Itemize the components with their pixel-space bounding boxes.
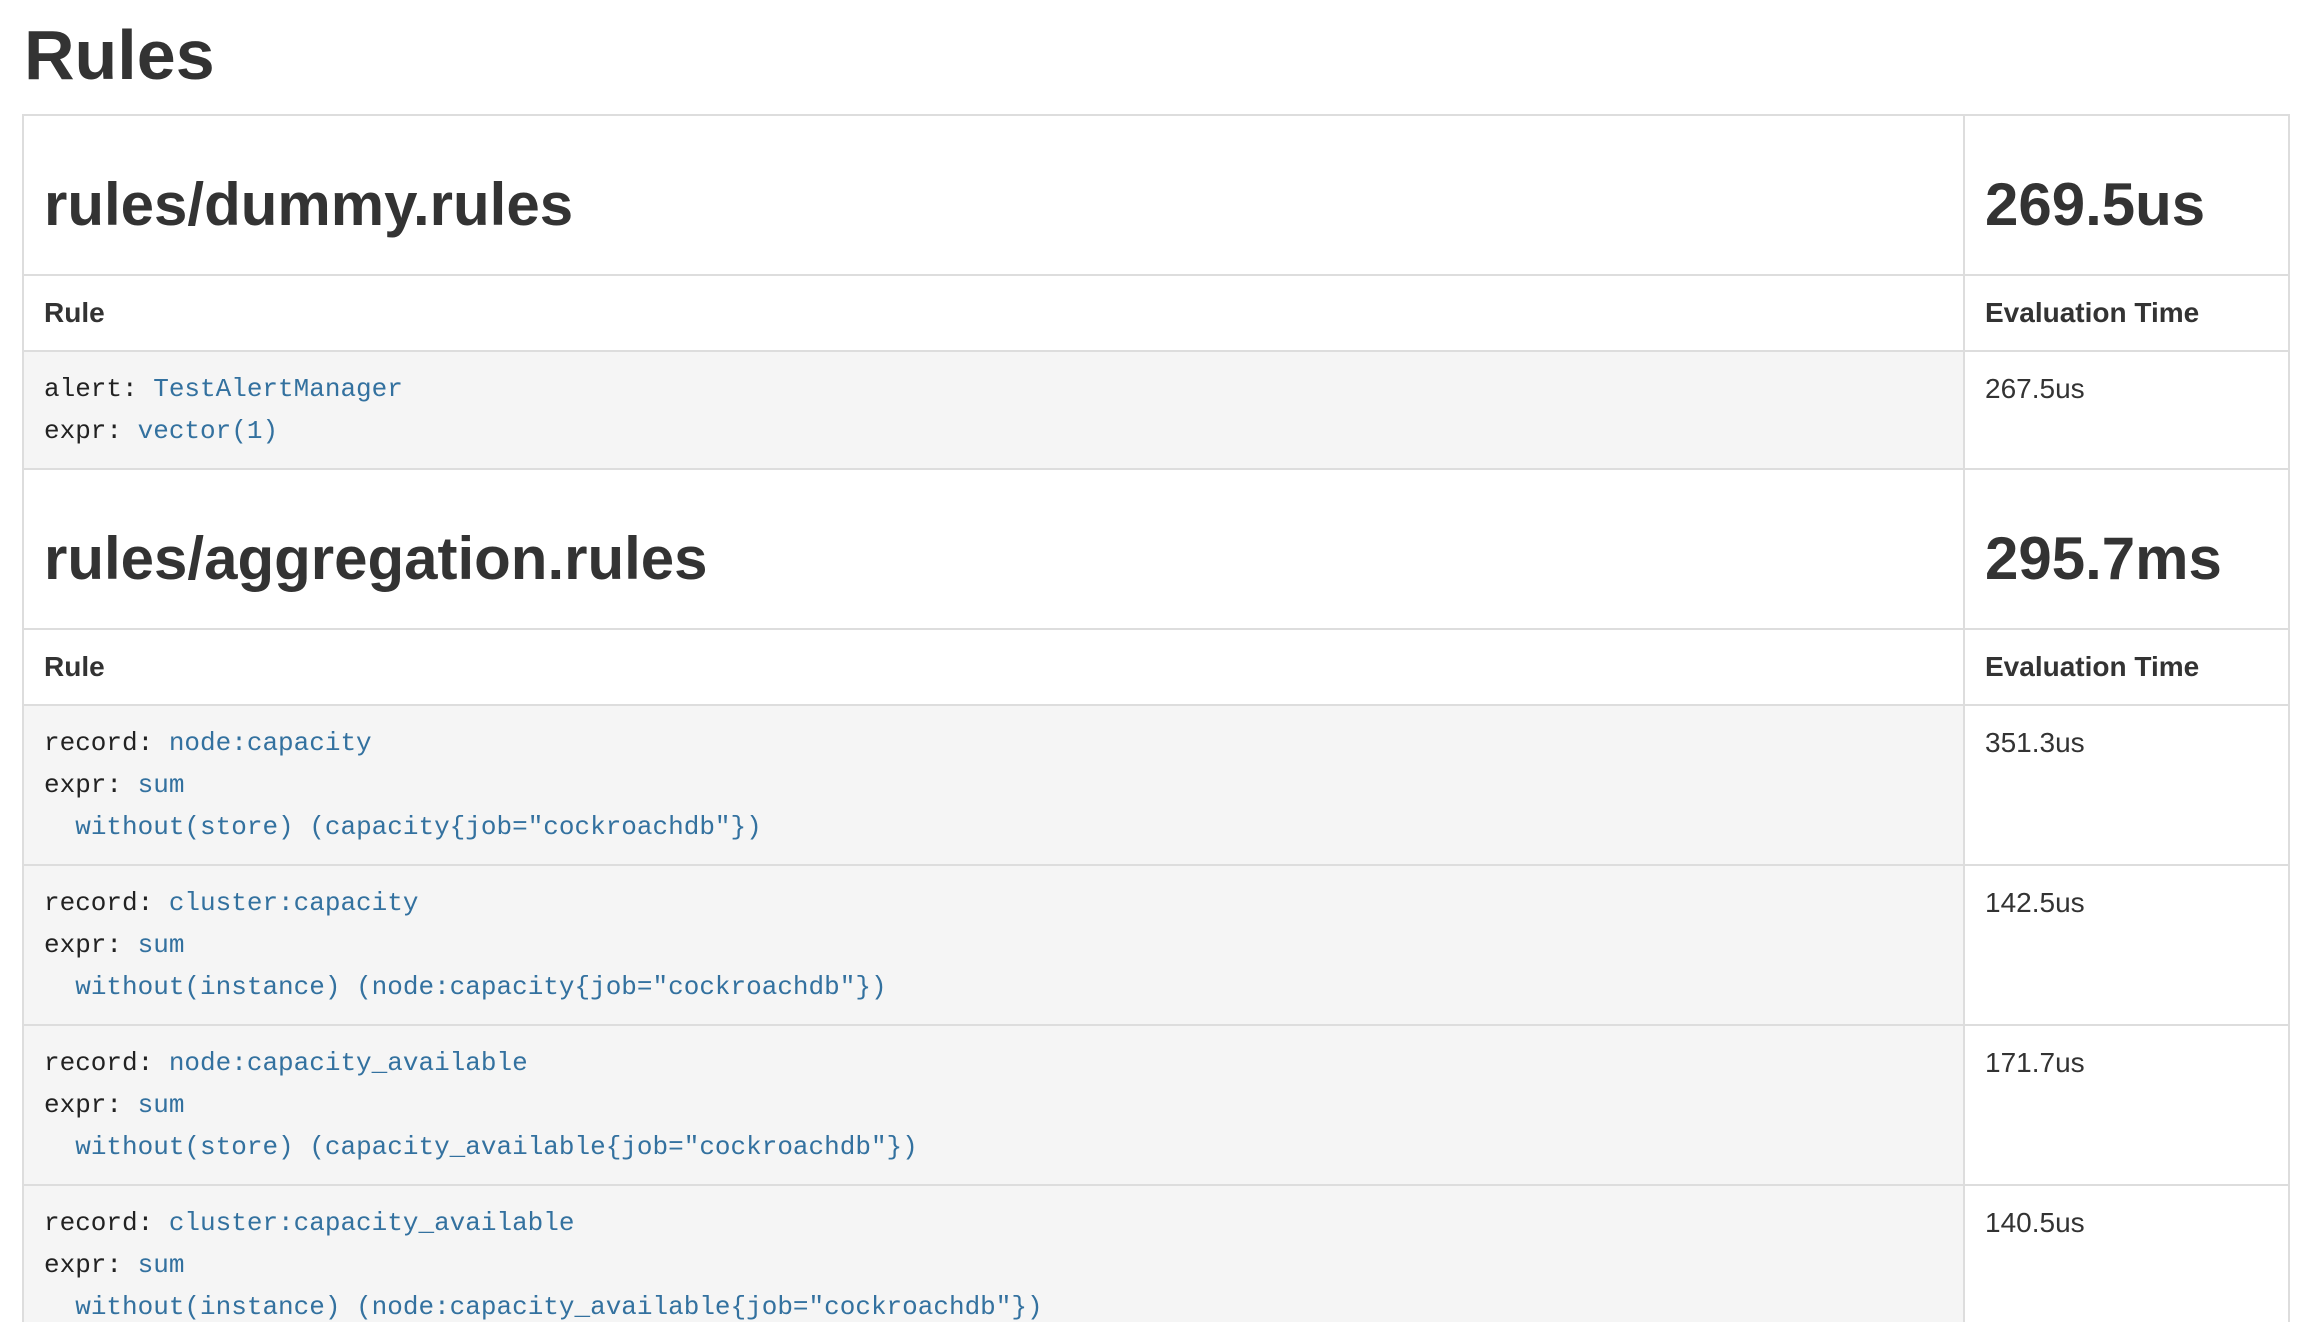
rule-row: record: node:capacity expr: sum without(… <box>23 705 2289 865</box>
rule-column-header: Rule <box>23 629 1964 705</box>
rule-type-key: record: <box>44 1048 169 1078</box>
rule-type-key: record: <box>44 728 169 758</box>
rule-name-link[interactable]: TestAlertManager <box>153 374 403 404</box>
rule-name-link[interactable]: node:capacity <box>169 728 372 758</box>
rule-eval-time: 267.5us <box>1964 351 2289 469</box>
rule-expr-link[interactable]: sum without(instance) (node:capacity_ava… <box>44 1250 1043 1322</box>
rule-type-key: record: <box>44 1208 169 1238</box>
time-column-header: Evaluation Time <box>1964 629 2289 705</box>
column-header-row: Rule Evaluation Time <box>23 275 2289 351</box>
rule-cell: record: cluster:capacity_available expr:… <box>23 1185 1964 1322</box>
rule-cell: record: node:capacity expr: sum without(… <box>23 705 1964 865</box>
rule-row: record: node:capacity_available expr: su… <box>23 1025 2289 1185</box>
rule-expr-link[interactable]: vector(1) <box>138 416 278 446</box>
group-total-time-cell: 269.5us <box>1964 115 2289 275</box>
group-total-time: 269.5us <box>1985 172 2268 238</box>
rule-row: record: cluster:capacity expr: sum witho… <box>23 865 2289 1025</box>
rule-cell: record: node:capacity_available expr: su… <box>23 1025 1964 1185</box>
rule-eval-time: 171.7us <box>1964 1025 2289 1185</box>
rule-type-key: record: <box>44 888 169 918</box>
column-header-row: Rule Evaluation Time <box>23 629 2289 705</box>
group-total-time: 295.7ms <box>1985 526 2268 592</box>
rule-definition: record: cluster:capacity expr: sum witho… <box>44 882 1943 1008</box>
group-file-name: rules/aggregation.rules <box>44 526 1943 592</box>
rule-eval-time: 351.3us <box>1964 705 2289 865</box>
rule-name-link[interactable]: cluster:capacity_available <box>169 1208 575 1238</box>
time-column-header: Evaluation Time <box>1964 275 2289 351</box>
group-file-cell: rules/aggregation.rules <box>23 469 1964 629</box>
rule-expr-key: expr: <box>44 930 138 960</box>
rule-name-link[interactable]: cluster:capacity <box>169 888 419 918</box>
rule-definition: alert: TestAlertManager expr: vector(1) <box>44 368 1943 452</box>
rule-definition: record: cluster:capacity_available expr:… <box>44 1202 1943 1322</box>
rule-expr-key: expr: <box>44 1090 138 1120</box>
page-title: Rules <box>24 0 2290 92</box>
rule-expr-link[interactable]: sum without(store) (capacity_available{j… <box>44 1090 918 1162</box>
rule-cell: alert: TestAlertManager expr: vector(1) <box>23 351 1964 469</box>
group-total-time-cell: 295.7ms <box>1964 469 2289 629</box>
rule-name-link[interactable]: node:capacity_available <box>169 1048 528 1078</box>
rule-expr-key: expr: <box>44 770 138 800</box>
rule-expr-key: expr: <box>44 1250 138 1280</box>
rule-row: alert: TestAlertManager expr: vector(1) … <box>23 351 2289 469</box>
rule-definition: record: node:capacity_available expr: su… <box>44 1042 1943 1168</box>
rule-group-header: rules/aggregation.rules 295.7ms <box>23 469 2289 629</box>
rule-eval-time: 140.5us <box>1964 1185 2289 1322</box>
rule-group-header: rules/dummy.rules 269.5us <box>23 115 2289 275</box>
rule-row: record: cluster:capacity_available expr:… <box>23 1185 2289 1322</box>
rule-definition: record: node:capacity expr: sum without(… <box>44 722 1943 848</box>
rule-eval-time: 142.5us <box>1964 865 2289 1025</box>
group-file-cell: rules/dummy.rules <box>23 115 1964 275</box>
rule-expr-key: expr: <box>44 416 138 446</box>
rule-expr-link[interactable]: sum without(store) (capacity{job="cockro… <box>44 770 762 842</box>
rules-page: Rules rules/dummy.rules 269.5us Rule Eva… <box>0 0 2316 1322</box>
rules-table: rules/dummy.rules 269.5us Rule Evaluatio… <box>22 114 2290 1322</box>
rule-column-header: Rule <box>23 275 1964 351</box>
rule-type-key: alert: <box>44 374 153 404</box>
rule-expr-link[interactable]: sum without(instance) (node:capacity{job… <box>44 930 887 1002</box>
rule-cell: record: cluster:capacity expr: sum witho… <box>23 865 1964 1025</box>
group-file-name: rules/dummy.rules <box>44 172 1943 238</box>
